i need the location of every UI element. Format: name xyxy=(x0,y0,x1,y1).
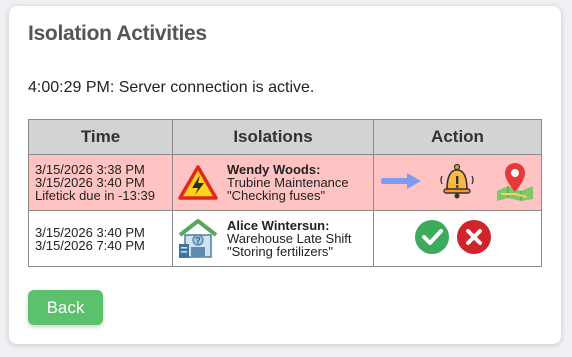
activity-note: "Checking fuses" xyxy=(227,188,326,203)
arrow-right-icon[interactable] xyxy=(380,173,421,192)
map-location-icon[interactable] xyxy=(495,161,535,204)
back-button[interactable]: Back xyxy=(28,290,103,325)
action-cell xyxy=(373,210,542,267)
isolation-cell: ? Alice Wintersun: Warehouse Late Shift … xyxy=(172,210,374,267)
action-cell xyxy=(373,154,542,211)
confirm-check-icon[interactable] xyxy=(414,219,450,258)
isolation-card: Isolation Activities 4:00:29 PM: Server … xyxy=(9,6,561,344)
header-isolations: Isolations xyxy=(172,119,374,155)
table-row: 3/15/2026 3:40 PM 3/15/2026 7:40 PM ? Al… xyxy=(28,210,542,267)
table-row: 3/15/2026 3:38 PM 3/15/2026 3:40 PM Life… xyxy=(28,154,542,211)
page-title: Isolation Activities xyxy=(28,22,207,45)
time-cell: 3/15/2026 3:38 PM 3/15/2026 3:40 PM Life… xyxy=(28,154,173,211)
warehouse-icon: ? xyxy=(173,218,223,260)
activity-note: "Storing fertilizers" xyxy=(227,244,334,259)
isolation-cell: Wendy Woods: Trubine Maintenance "Checki… xyxy=(172,154,374,211)
svg-text:?: ? xyxy=(195,235,201,245)
start-time: 3/15/2026 3:40 PM xyxy=(35,224,145,240)
alarm-bell-icon[interactable] xyxy=(439,163,475,202)
time-cell: 3/15/2026 3:40 PM 3/15/2026 7:40 PM xyxy=(28,210,173,267)
header-time: Time xyxy=(28,119,173,155)
connection-status: 4:00:29 PM: Server connection is active. xyxy=(28,79,315,96)
end-time: 3/15/2026 7:40 PM xyxy=(35,237,145,253)
lifetick-due: Lifetick due in -13:39 xyxy=(35,188,155,203)
electrical-warning-icon xyxy=(173,164,223,202)
isolations-table: Time Isolations Action 3/15/2026 3:38 PM… xyxy=(28,119,542,267)
table-header-row: Time Isolations Action xyxy=(28,119,542,155)
cancel-x-icon[interactable] xyxy=(456,219,492,258)
header-action: Action xyxy=(373,119,542,155)
